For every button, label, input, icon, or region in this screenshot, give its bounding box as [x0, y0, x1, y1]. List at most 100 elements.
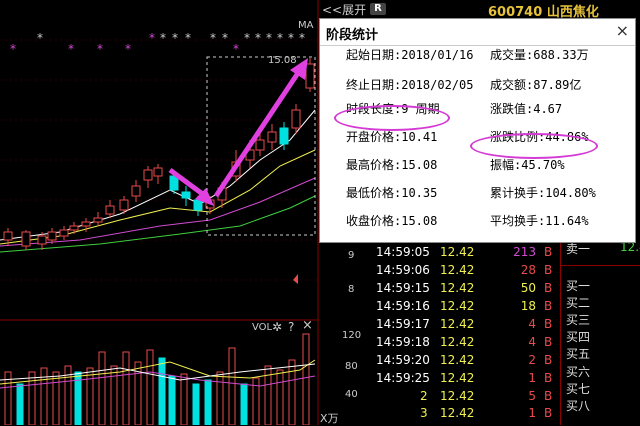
stat-label: 成交量:	[490, 48, 534, 62]
stat-right-6: 平均换手:11.64%	[490, 212, 589, 229]
star-marker: *	[266, 31, 272, 45]
stat-label: 起始日期:	[346, 48, 402, 62]
trade-side: B	[544, 371, 553, 385]
stat-value: 87.89亿	[533, 78, 582, 92]
stat-value: 10.41	[401, 130, 438, 144]
book-label: 买六	[566, 365, 591, 379]
stat-label: 开盘价格:	[346, 130, 402, 144]
volume-bar	[28, 371, 36, 425]
candle-body	[69, 225, 79, 231]
trade-side: B	[544, 245, 553, 259]
r-badge[interactable]: R	[370, 3, 386, 15]
trade-price: 12.42	[440, 371, 475, 385]
trade-price: 12.42	[440, 406, 475, 420]
volume-bar	[302, 333, 310, 425]
stat-label: 最低价格:	[346, 186, 402, 200]
candle-body	[37, 235, 47, 245]
star-marker: *	[210, 31, 216, 45]
dialog-close-button[interactable]: ×	[616, 21, 629, 40]
stats-dialog[interactable]: 阶段统计 × 起始日期:2018/01/16 终止日期:2018/02/05 时段长…	[319, 18, 636, 243]
close-icon[interactable]: ×	[302, 318, 313, 333]
stat-value: 688.33万	[533, 48, 589, 62]
trade-side: B	[544, 281, 553, 295]
trade-side: B	[544, 299, 553, 313]
stat-right-2: 涨跌值:4.67	[490, 100, 562, 117]
trade-time: 14:59:25	[376, 371, 430, 385]
stat-left-1: 终止日期:2018/02/05	[346, 76, 473, 93]
stat-right-5: 累计换手:104.80%	[490, 184, 596, 201]
candle-body	[291, 109, 301, 129]
trade-time: 14:59:17	[376, 317, 430, 331]
volume-bar	[98, 351, 106, 425]
volume-bar	[192, 383, 200, 425]
volume-bar	[288, 359, 296, 425]
vol-axis-40: 40	[345, 389, 358, 400]
volume-bar	[228, 347, 236, 425]
trade-left-vol: 3	[420, 406, 428, 420]
trade-time: 14:59:06	[376, 263, 430, 277]
star-marker: *	[149, 31, 155, 45]
trade-side: B	[544, 335, 553, 349]
collapse-button[interactable]: <<展开	[322, 1, 366, 18]
help-icon[interactable]: ?	[288, 320, 294, 334]
stat-label: 涨跌值:	[490, 102, 534, 116]
volume-bar	[216, 371, 224, 425]
book-divider	[560, 265, 640, 266]
star-marker: *	[277, 31, 283, 45]
stat-value: 4.67	[533, 102, 563, 116]
trade-price: 12.42	[440, 263, 475, 277]
star-marker: *	[244, 31, 250, 45]
star-marker: *	[222, 31, 228, 45]
trade-side: B	[544, 406, 553, 420]
vol-unit: X万	[320, 412, 339, 425]
star-marker: *	[10, 42, 16, 56]
stat-value: 11.64%	[545, 214, 589, 228]
candle-body	[81, 221, 91, 227]
stat-value: 104.80%	[545, 186, 596, 200]
volume-bar	[276, 369, 284, 425]
stat-right-1: 成交额:87.89亿	[490, 76, 581, 93]
vol-axis-120: 120	[342, 330, 362, 341]
star-marker: *	[97, 42, 103, 56]
candle-body	[267, 131, 277, 143]
candle-body	[21, 231, 31, 247]
trade-left-vol: 2	[420, 389, 428, 403]
marker-triangle	[293, 274, 298, 284]
volume-bar	[122, 351, 130, 425]
trade-price: 12.42	[440, 245, 475, 259]
trade-time: 14:59:15	[376, 281, 430, 295]
trade-time: 14:59:05	[376, 245, 430, 259]
stat-label: 收盘价格:	[346, 214, 402, 228]
stat-value: 15.08	[401, 214, 438, 228]
candle-body	[143, 169, 153, 181]
candle-body	[193, 199, 203, 211]
axis-tick-9: 9	[348, 250, 355, 261]
trade-price: 12.42	[440, 281, 475, 295]
highlight-period	[334, 105, 450, 131]
book-label: 买二	[566, 296, 591, 310]
candle-body	[59, 229, 69, 237]
range-high-label: 15.08	[268, 55, 297, 66]
volume-bar	[240, 383, 248, 425]
volume-bar	[52, 371, 60, 425]
stat-left-5: 最低价格:10.35	[346, 184, 437, 201]
stat-left-6: 收盘价格:15.08	[346, 212, 437, 229]
stat-left-4: 最高价格:15.08	[346, 156, 437, 173]
stat-right-0: 成交量:688.33万	[490, 46, 589, 63]
trade-vol: 4	[528, 335, 536, 349]
trade-price: 12.42	[440, 299, 475, 313]
trade-side: B	[544, 263, 553, 277]
trade-price: 12.42	[440, 317, 475, 331]
star-marker: *	[255, 31, 261, 45]
trade-time: 14:59:18	[376, 335, 430, 349]
dialog-title: 阶段统计	[326, 28, 379, 43]
trade-side: B	[544, 317, 553, 331]
trade-vol: 50	[520, 281, 536, 295]
star-marker: *	[125, 42, 131, 56]
gear-icon[interactable]: ✲	[272, 320, 282, 334]
candle-body	[181, 191, 191, 199]
star-marker: *	[37, 31, 43, 45]
trade-vol: 1	[528, 371, 536, 385]
stat-label: 累计换手:	[490, 186, 546, 200]
axis-tick-8: 8	[348, 284, 355, 295]
